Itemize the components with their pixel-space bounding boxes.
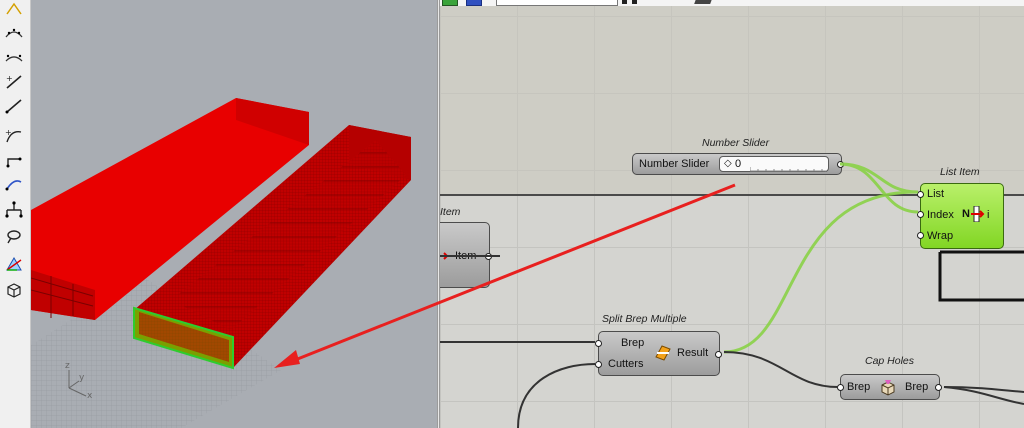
curve-control-icon[interactable] (3, 48, 25, 68)
grasshopper-canvas[interactable]: Number Slider Number Slider ◇ 0 List Ite… (440, 0, 1024, 428)
curve-interp-icon[interactable] (3, 24, 25, 44)
box-icon[interactable] (3, 280, 25, 300)
axis-y-label: y (79, 373, 85, 383)
lasso-icon[interactable] (3, 226, 25, 246)
tree-icon[interactable] (3, 200, 25, 220)
svg-text:+: + (5, 128, 12, 137)
axis-x-label: x (87, 391, 93, 401)
line-icon[interactable]: + (3, 72, 25, 92)
axis-z-label: z (65, 361, 70, 371)
rhino-perspective-viewport[interactable]: x z y (31, 0, 437, 428)
axis-icon[interactable] (3, 254, 25, 274)
canvas-wires (440, 162, 1024, 428)
curve-point-icon[interactable] (3, 0, 25, 20)
arc-icon[interactable] (3, 174, 25, 194)
fillet-icon[interactable] (3, 150, 25, 170)
rhino-command-toolbar: + + (0, 0, 31, 428)
active-wires (723, 162, 919, 354)
svg-text:+: + (6, 74, 13, 83)
data-wires (440, 255, 1024, 428)
tangent-icon[interactable]: + (3, 126, 25, 146)
polyline-icon[interactable] (3, 96, 25, 116)
